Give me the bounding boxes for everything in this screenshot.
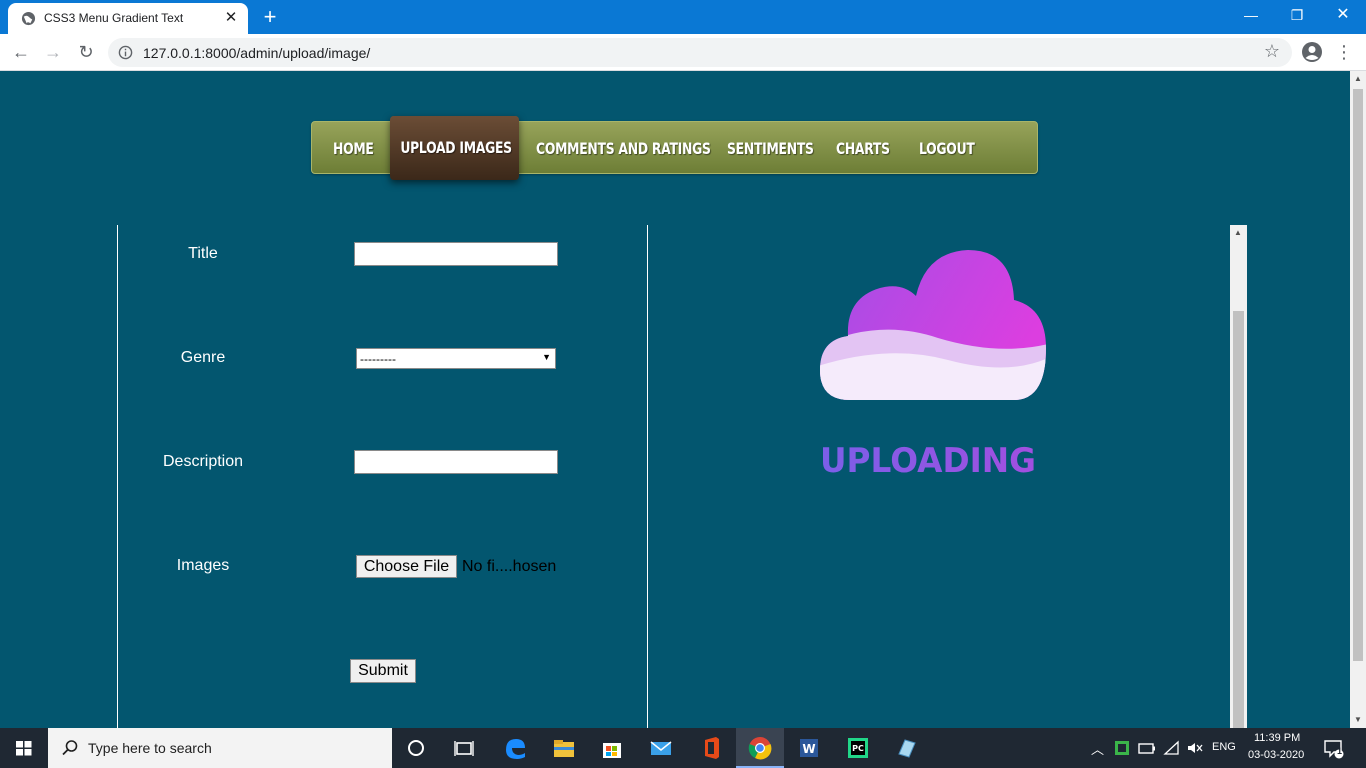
tray-app-icon[interactable] (1112, 738, 1132, 758)
office-icon[interactable] (697, 734, 725, 762)
nav-logout[interactable]: LOGOUT (919, 122, 975, 175)
close-tab-icon[interactable]: ✕ (222, 9, 240, 27)
tray-overflow-icon[interactable]: ︿ (1091, 739, 1104, 758)
notification-count: 1 (1337, 746, 1343, 756)
windows-taskbar: Type here to search W PC ︿ ENG 11:39 PM … (0, 728, 1366, 768)
image-panel-scrollbar[interactable]: ▲ (1230, 225, 1247, 728)
speaker-muted-icon[interactable] (1185, 738, 1205, 758)
language-indicator[interactable]: ENG (1212, 741, 1236, 753)
chrome-icon[interactable] (746, 734, 774, 762)
notepad-icon[interactable] (893, 734, 921, 762)
file-explorer-icon[interactable] (550, 734, 578, 762)
title-label: Title (188, 245, 218, 262)
bookmark-star-icon[interactable]: ☆ (1264, 41, 1280, 62)
description-input[interactable] (354, 450, 558, 474)
profile-avatar-icon[interactable] (1301, 41, 1323, 63)
images-label: Images (176, 557, 230, 574)
title-input[interactable] (354, 242, 558, 266)
nav-home[interactable]: HOME (333, 122, 374, 175)
upload-form: Title Genre --------- ▼ Description Imag… (117, 225, 648, 728)
page-scroll-down-icon[interactable]: ▼ (1350, 712, 1366, 728)
file-status-text: No fi....hosen (462, 558, 557, 575)
nav-upload-images[interactable]: UPLOAD IMAGES (390, 116, 519, 180)
back-button[interactable]: ← (9, 40, 33, 64)
nav-sentiments[interactable]: SENTIMENTS (727, 122, 814, 175)
forward-button[interactable]: → (41, 40, 65, 64)
mail-icon[interactable] (647, 734, 675, 762)
page-content: HOME UPLOAD IMAGES COMMENTS AND RATINGS … (0, 71, 1350, 728)
taskbar-search-box[interactable]: Type here to search (48, 728, 392, 768)
browser-toolbar: ← → ↻ 127.0.0.1:8000/admin/upload/image/… (0, 34, 1366, 71)
battery-icon[interactable] (1137, 738, 1157, 758)
submit-button[interactable]: Submit (350, 659, 416, 683)
genre-label: Genre (180, 349, 226, 366)
close-window-button[interactable]: ✕ (1320, 0, 1366, 30)
clock-time[interactable]: 11:39 PM (1254, 732, 1300, 744)
svg-text:W: W (802, 742, 815, 756)
cortana-icon[interactable] (402, 734, 430, 762)
scroll-up-icon[interactable]: ▲ (1230, 225, 1246, 241)
page-scroll-up-icon[interactable]: ▲ (1350, 71, 1366, 87)
page-scroll-thumb[interactable] (1353, 89, 1363, 661)
svg-text:PC: PC (852, 744, 864, 753)
browser-tab[interactable]: CSS3 Menu Gradient Text ✕ (8, 3, 248, 34)
search-icon (62, 740, 78, 756)
dropdown-arrow-icon: ▼ (542, 352, 551, 362)
word-icon[interactable]: W (795, 734, 823, 762)
task-view-icon[interactable] (450, 734, 478, 762)
uploading-caption: UPLOADING (820, 441, 1036, 478)
pycharm-icon[interactable]: PC (844, 734, 872, 762)
browser-titlebar: CSS3 Menu Gradient Text ✕ + — ❐ ✕ (0, 0, 1366, 34)
new-tab-button[interactable]: + (258, 6, 282, 28)
address-bar[interactable]: 127.0.0.1:8000/admin/upload/image/ ☆ (108, 38, 1292, 67)
nav-charts[interactable]: CHARTS (836, 122, 890, 175)
clock-date[interactable]: 03-03-2020 (1248, 749, 1304, 761)
description-label: Description (162, 453, 244, 470)
minimize-button[interactable]: — (1228, 0, 1274, 30)
info-icon[interactable] (118, 45, 133, 60)
image-panel-scroll-thumb[interactable] (1233, 311, 1244, 728)
microsoft-store-icon[interactable] (598, 734, 626, 762)
svg-text:UPLOADING: UPLOADING (820, 441, 1036, 478)
cloud-upload-illustration (820, 250, 1046, 400)
edge-browser-icon[interactable] (501, 734, 529, 762)
globe-icon (21, 11, 36, 26)
genre-select[interactable]: --------- ▼ (356, 348, 556, 369)
url-text[interactable]: 127.0.0.1:8000/admin/upload/image/ (143, 45, 370, 61)
nav-comments-and-ratings[interactable]: COMMENTS AND RATINGS (536, 122, 711, 175)
search-placeholder: Type here to search (88, 740, 212, 756)
genre-selected-value: --------- (360, 352, 396, 366)
choose-file-button[interactable]: Choose File (356, 555, 457, 578)
tab-title: CSS3 Menu Gradient Text (44, 11, 184, 25)
reload-button[interactable]: ↻ (74, 40, 98, 64)
main-nav-menu: HOME UPLOAD IMAGES COMMENTS AND RATINGS … (311, 116, 1038, 180)
wifi-icon[interactable] (1162, 738, 1182, 758)
browser-menu-icon[interactable]: ⋮ (1334, 40, 1354, 64)
page-scrollbar[interactable]: ▲ ▼ (1350, 71, 1366, 728)
restore-button[interactable]: ❐ (1274, 0, 1320, 30)
windows-start-icon[interactable] (0, 728, 48, 768)
